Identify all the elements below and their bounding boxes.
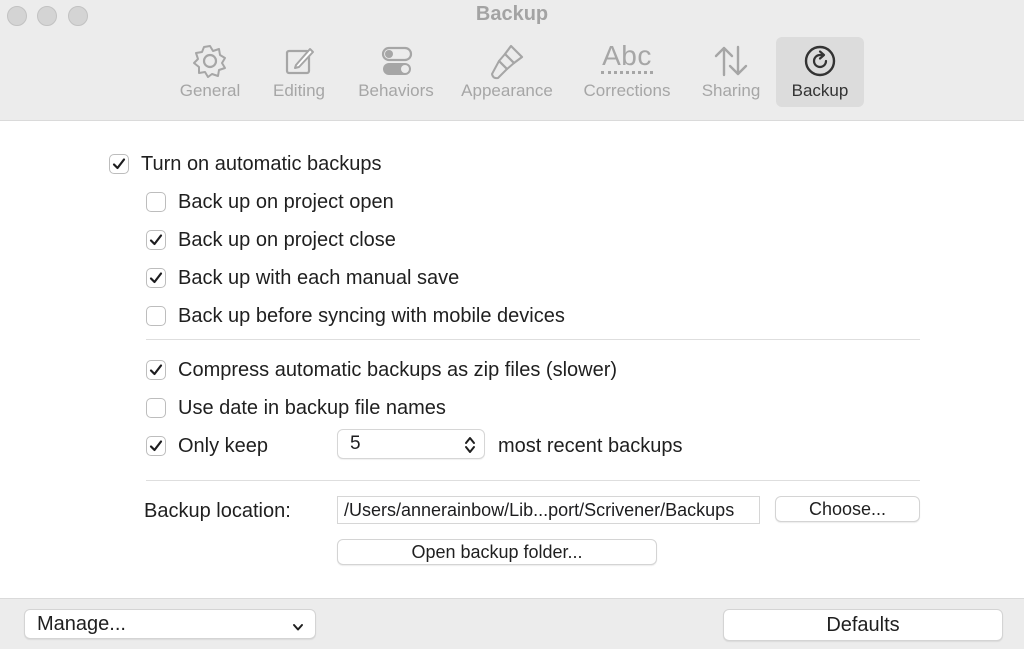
before-sync-checkbox[interactable] — [146, 306, 166, 326]
compress-label: Compress automatic backups as zip files … — [178, 358, 618, 381]
manual-save-label: Back up with each manual save — [178, 266, 460, 289]
paintbrush-icon — [455, 41, 559, 81]
window-title: Backup — [475, 3, 549, 25]
checkmark-icon — [149, 234, 163, 246]
on-close-checkbox[interactable] — [146, 230, 166, 250]
edit-icon — [262, 41, 336, 81]
use-date-checkbox[interactable] — [146, 398, 166, 418]
footer-bar: Manage... Defaults — [0, 598, 1024, 649]
tab-editing[interactable]: Editing — [262, 37, 336, 107]
checkmark-icon — [149, 272, 163, 284]
open-backup-folder-button[interactable]: Open backup folder... — [337, 539, 657, 565]
use-date-label: Use date in backup file names — [178, 396, 446, 419]
divider — [146, 339, 920, 340]
auto-backups-label: Turn on automatic backups — [141, 152, 382, 175]
option-before-sync[interactable]: Back up before syncing with mobile devic… — [146, 303, 565, 329]
checkmark-icon — [149, 440, 163, 452]
up-down-chevron-icon[interactable] — [464, 435, 476, 461]
defaults-button[interactable]: Defaults — [723, 609, 1003, 641]
tab-behaviors[interactable]: Behaviors — [350, 37, 442, 107]
option-use-date[interactable]: Use date in backup file names — [146, 395, 446, 421]
manage-label: Manage... — [37, 613, 126, 635]
option-only-keep[interactable]: Only keep — [146, 433, 268, 459]
arrows-updown-icon — [694, 41, 768, 81]
option-on-open[interactable]: Back up on project open — [146, 189, 394, 215]
spellcheck-icon: Abc — [574, 41, 680, 81]
gear-icon — [168, 41, 252, 81]
option-manual-save[interactable]: Back up with each manual save — [146, 265, 459, 291]
backup-location-field[interactable]: /Users/annerainbow/Lib...port/Scrivener/… — [337, 496, 760, 524]
tab-editing-label: Editing — [273, 81, 325, 100]
chevron-down-icon — [291, 617, 305, 640]
manage-popup-button[interactable]: Manage... — [24, 609, 316, 639]
tab-backup-label: Backup — [791, 81, 849, 100]
only-keep-label: Only keep — [178, 434, 269, 457]
checkmark-icon — [149, 364, 163, 376]
only-keep-checkbox[interactable] — [146, 436, 166, 456]
dotted-underline — [601, 71, 653, 74]
option-compress[interactable]: Compress automatic backups as zip files … — [146, 357, 617, 383]
tab-backup[interactable]: Backup — [776, 37, 864, 107]
tab-sharing[interactable]: Sharing — [694, 37, 768, 107]
on-open-checkbox[interactable] — [146, 192, 166, 212]
backup-icon — [776, 41, 864, 81]
tab-corrections-label: Corrections — [583, 81, 671, 100]
option-auto-backups[interactable]: Turn on automatic backups — [109, 151, 382, 177]
on-close-label: Back up on project close — [178, 228, 396, 251]
toolbar: Backup General Editing Behaviors Appeara… — [0, 0, 1024, 121]
tab-appearance-label: Appearance — [461, 81, 553, 100]
keep-count-value: 5 — [350, 433, 361, 454]
on-open-label: Back up on project open — [178, 190, 394, 213]
before-sync-label: Back up before syncing with mobile devic… — [178, 304, 565, 327]
tab-corrections[interactable]: Abc Corrections — [574, 37, 680, 107]
checkmark-icon — [112, 158, 126, 170]
manual-save-checkbox[interactable] — [146, 268, 166, 288]
tab-general[interactable]: General — [168, 37, 252, 107]
keep-count-stepper[interactable]: 5 — [337, 429, 485, 459]
choose-button[interactable]: Choose... — [775, 496, 920, 522]
tab-appearance[interactable]: Appearance — [455, 37, 559, 107]
compress-checkbox[interactable] — [146, 360, 166, 380]
keep-suffix-label: most recent backups — [498, 434, 683, 457]
divider — [146, 480, 920, 481]
option-on-close[interactable]: Back up on project close — [146, 227, 396, 253]
tab-behaviors-label: Behaviors — [358, 81, 434, 100]
tab-general-label: General — [179, 81, 241, 100]
backup-location-label: Backup location: — [144, 499, 291, 522]
toggles-icon — [350, 41, 442, 81]
spellcheck-icon-text: Abc — [602, 40, 652, 71]
tab-sharing-label: Sharing — [701, 81, 761, 100]
auto-backups-checkbox[interactable] — [109, 154, 129, 174]
